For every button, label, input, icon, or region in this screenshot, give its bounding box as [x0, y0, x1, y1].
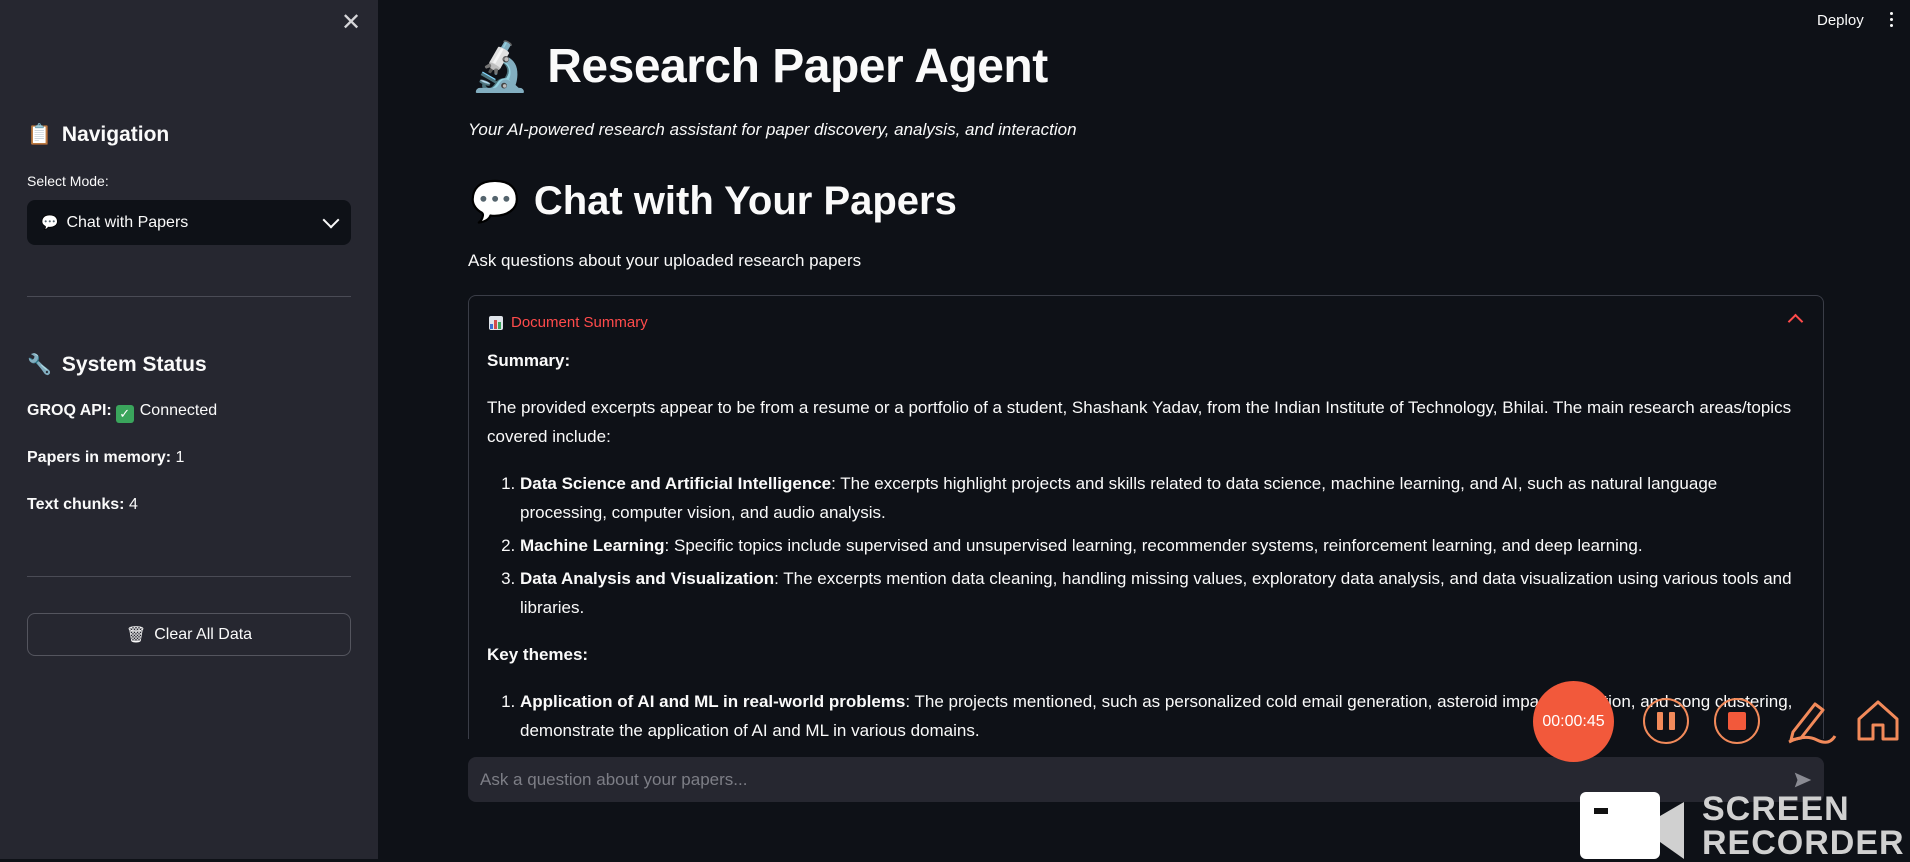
chat-input[interactable] [478, 768, 1792, 791]
list-item: Data Science and Artificial Intelligence… [520, 469, 1793, 527]
pause-icon[interactable] [1643, 698, 1689, 744]
speech-bubble-icon: 💬 [41, 214, 59, 230]
expander-title: Document Summary [511, 314, 648, 331]
chunks-label: Text chunks: [27, 496, 125, 513]
stop-icon[interactable] [1714, 698, 1760, 744]
send-icon[interactable] [1792, 769, 1814, 791]
sidebar: ✕ 📋 Navigation Select Mode: 💬 Chat with … [0, 0, 378, 859]
text-chunks: Text chunks: 4 [27, 496, 138, 514]
section-description: Ask questions about your uploaded resear… [468, 251, 862, 270]
topic-text: : Specific topics include supervised and… [664, 536, 1643, 555]
section-title-text: Chat with Your Papers [533, 179, 957, 223]
topics-list: Data Science and Artificial Intelligence… [487, 469, 1793, 622]
chevron-up-icon[interactable] [1787, 313, 1804, 330]
microscope-icon: 🔬 [470, 41, 530, 94]
list-item: Data Analysis and Visualization: The exc… [520, 564, 1793, 622]
summary-text: The provided excerpts appear to be from … [487, 398, 1792, 446]
summary-heading: Summary: [487, 351, 571, 370]
recorder-logo-icon [1580, 792, 1684, 859]
recorder-brand-line1: SCREEN [1702, 790, 1850, 828]
clipboard-icon: 📋 [27, 124, 52, 146]
deploy-button[interactable]: Deploy [1817, 12, 1864, 29]
close-sidebar-icon[interactable]: ✕ [338, 10, 364, 36]
recorder-brand-line2: RECORDER [1702, 824, 1905, 862]
groq-value: Connected [139, 402, 218, 419]
recorder-brand: SCREEN RECORDER [1702, 792, 1905, 860]
papers-in-memory: Papers in memory: 1 [27, 449, 184, 467]
trash-icon: 🗑 [125, 626, 147, 644]
system-status-heading: 🔧 System Status [27, 352, 207, 377]
papers-value: 1 [175, 449, 185, 466]
mode-select[interactable]: 💬 Chat with Papers [27, 200, 351, 245]
mode-select-value: Chat with Papers [66, 213, 189, 231]
clear-all-data-label: Clear All Data [154, 625, 253, 643]
expander-header[interactable]: Document Summary [489, 314, 648, 331]
page-subtitle: Your AI-powered research assistant for p… [468, 120, 1077, 139]
summary-content: Summary: The provided excerpts appear to… [487, 346, 1793, 739]
sidebar-divider [27, 296, 351, 297]
chunks-value: 4 [128, 496, 138, 513]
section-title: 💬 Chat with Your Papers [470, 178, 957, 225]
topic-term: Data Analysis and Visualization [520, 569, 775, 588]
main-menu-icon[interactable] [1888, 12, 1894, 32]
recording-timer: 00:00:45 [1533, 681, 1614, 762]
wrench-icon: 🔧 [27, 354, 52, 376]
groq-label: GROQ API: [27, 402, 112, 419]
clear-all-data-button[interactable]: 🗑 Clear All Data [27, 613, 351, 656]
navigation-heading: 📋 Navigation [27, 122, 169, 147]
groq-status: GROQ API: ✓ Connected [27, 402, 217, 423]
pen-icon[interactable] [1785, 696, 1837, 744]
papers-label: Papers in memory: [27, 449, 172, 466]
page-title-text: Research Paper Agent [547, 40, 1048, 93]
page-title: 🔬 Research Paper Agent [470, 38, 1048, 95]
home-icon[interactable] [1855, 697, 1901, 743]
system-status-title: System Status [61, 352, 207, 376]
theme-term: Application of AI and ML in real-world p… [520, 692, 906, 711]
topic-term: Data Science and Artificial Intelligence [520, 474, 832, 493]
chevron-down-icon [322, 211, 340, 228]
check-icon: ✓ [115, 405, 134, 423]
topic-term: Machine Learning [520, 536, 665, 555]
sidebar-divider [27, 576, 351, 577]
bar-chart-icon [489, 315, 503, 330]
navigation-title: Navigation [61, 122, 170, 146]
speech-bubble-icon: 💬 [470, 180, 520, 224]
select-mode-label: Select Mode: [27, 173, 109, 189]
list-item: Machine Learning: Specific topics includ… [520, 531, 1793, 560]
themes-heading: Key themes: [487, 645, 589, 664]
document-summary-expander: Document Summary Summary: The provided e… [468, 295, 1824, 739]
